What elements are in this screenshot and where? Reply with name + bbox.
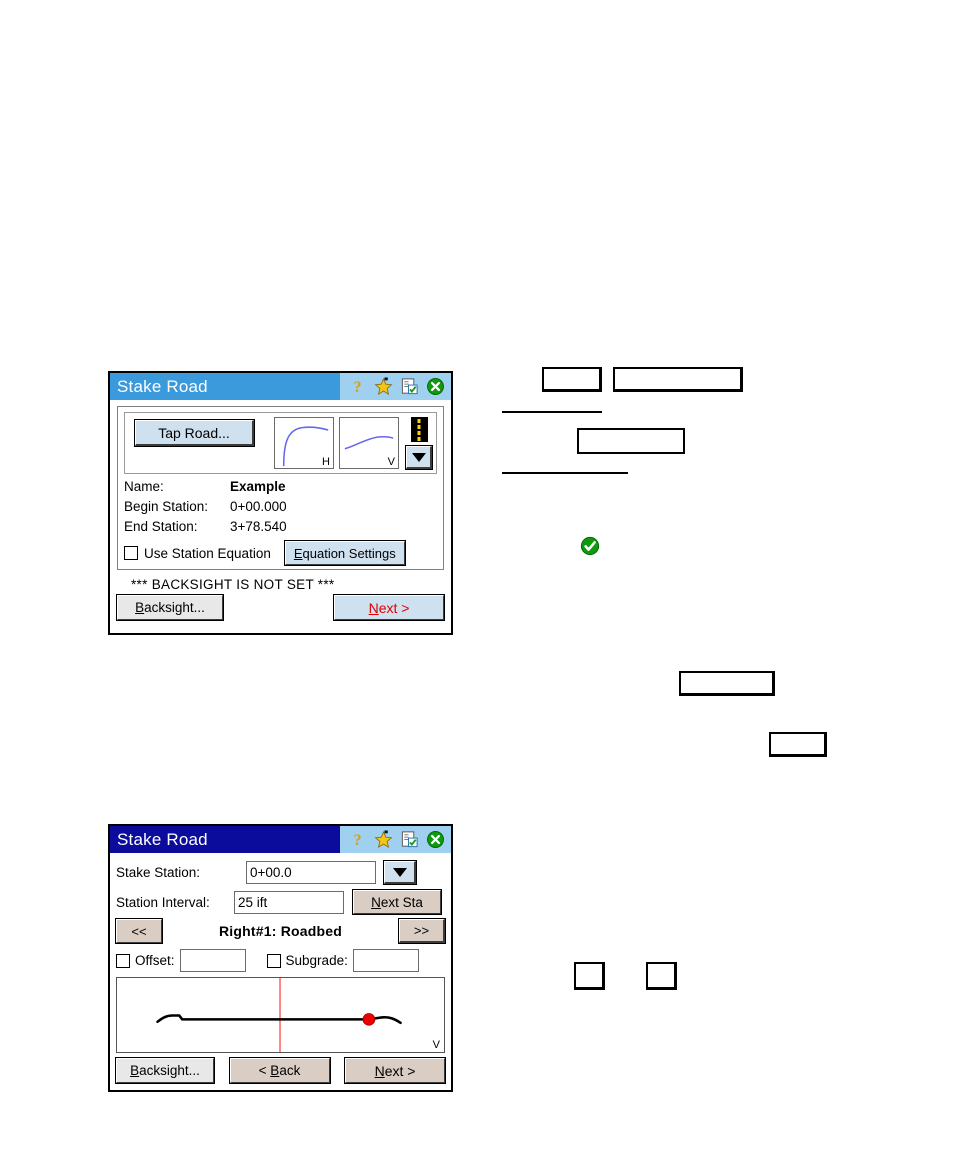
- vertical-profile-preview[interactable]: V: [339, 417, 399, 469]
- previous-side-button[interactable]: <<: [115, 918, 163, 944]
- blank-rule-1: [502, 411, 602, 413]
- info-row-end-station: End Station: 3+78.540: [124, 519, 437, 534]
- stake-road-dialog-2: Stake Road ? Stake Station: 0+00.0 Stati…: [108, 824, 453, 1092]
- backsight-button[interactable]: Backsight...: [115, 1057, 215, 1084]
- station-interval-label: Station Interval:: [116, 894, 210, 910]
- stake-station-input[interactable]: 0+00.0: [246, 861, 376, 884]
- success-check-icon: [580, 536, 600, 556]
- titlebar-icon-group: ?: [340, 826, 451, 853]
- info-row-begin-station: Begin Station: 0+00.000: [124, 499, 437, 514]
- svg-text:?: ?: [353, 832, 361, 849]
- blank-button-1[interactable]: [542, 367, 602, 392]
- name-value: Example: [230, 479, 286, 494]
- blank-button-3[interactable]: [577, 428, 685, 454]
- subgrade-label: Subgrade:: [285, 953, 348, 968]
- name-label: Name:: [124, 479, 164, 494]
- cross-section-view-label: V: [432, 1039, 440, 1051]
- next-sta-button[interactable]: Next Sta: [352, 889, 442, 915]
- current-side-title: Right#1: Roadbed: [219, 923, 342, 939]
- horizontal-alignment-preview[interactable]: H: [274, 417, 334, 469]
- dialog-1-button-row: Backsight... Next >: [116, 594, 445, 621]
- road-info-group: Tap Road... H V Name: Example Begin Stat…: [117, 406, 444, 570]
- blank-rule-2: [502, 472, 628, 474]
- subgrade-checkbox[interactable]: [266, 953, 281, 968]
- h-preview-label: H: [322, 456, 330, 468]
- station-interval-row: Station Interval: 25 ift Next Sta: [116, 889, 445, 915]
- window-title: Stake Road: [117, 829, 208, 849]
- end-station-value: 3+78.540: [230, 519, 287, 534]
- dialog-1-body: Tap Road... H V Name: Example Begin Stat…: [110, 400, 451, 633]
- favorites-star-icon[interactable]: [374, 830, 393, 849]
- chevron-down-icon: [392, 867, 407, 877]
- begin-station-value: 0+00.000: [230, 499, 287, 514]
- dialog-2-body: Stake Station: 0+00.0 Station Interval: …: [110, 853, 451, 1090]
- road-selector-row: Tap Road... H V: [124, 412, 437, 474]
- svg-text:?: ?: [353, 379, 361, 396]
- cross-section-graphic: [156, 978, 402, 1052]
- road-icon-column: [404, 417, 433, 470]
- next-button[interactable]: Next >: [333, 594, 445, 621]
- station-equation-row: Use Station Equation Equation Settings: [124, 540, 437, 566]
- favorites-star-icon[interactable]: [374, 377, 393, 396]
- window-title: Stake Road: [117, 376, 208, 396]
- stake-station-dropdown[interactable]: [383, 860, 417, 885]
- stake-station-row: Stake Station: 0+00.0: [116, 860, 445, 885]
- tap-road-cell: Tap Road...: [129, 417, 269, 469]
- stake-road-dialog-1: Stake Road ? Tap Road... H V Name: Examp…: [108, 371, 453, 635]
- backsight-button[interactable]: Backsight...: [116, 594, 224, 621]
- titlebar: Stake Road ?: [110, 826, 451, 853]
- backsight-status-text: *** BACKSIGHT IS NOT SET ***: [131, 577, 335, 592]
- subgrade-input[interactable]: [352, 949, 419, 972]
- next-side-button[interactable]: >>: [397, 918, 446, 944]
- use-station-equation-checkbox[interactable]: [124, 546, 138, 560]
- notes-checklist-icon[interactable]: [400, 377, 419, 396]
- station-interval-input[interactable]: 25 ift: [234, 890, 344, 914]
- side-navigation-row: << Right#1: Roadbed >>: [115, 918, 446, 944]
- equation-settings-button[interactable]: Equation Settings: [283, 540, 406, 566]
- v-preview-label: V: [387, 456, 395, 468]
- stake-station-label: Stake Station:: [116, 865, 201, 880]
- titlebar: Stake Road ?: [110, 373, 451, 400]
- titlebar-icon-group: ?: [340, 373, 451, 400]
- close-icon[interactable]: [426, 377, 445, 396]
- blank-button-2[interactable]: [613, 367, 743, 392]
- offset-checkbox[interactable]: [116, 953, 130, 968]
- cross-section-view[interactable]: V: [116, 977, 445, 1053]
- help-icon[interactable]: ?: [348, 377, 367, 396]
- blank-button-7[interactable]: [646, 962, 677, 990]
- offset-input[interactable]: [179, 949, 246, 972]
- blank-button-6[interactable]: [574, 962, 605, 990]
- close-icon[interactable]: [426, 830, 445, 849]
- blank-button-5[interactable]: [769, 732, 827, 757]
- offset-subgrade-row: Offset: Subgrade:: [116, 949, 445, 972]
- dialog-2-button-row: Backsight... < Back Next >: [115, 1057, 446, 1084]
- use-station-equation-label: Use Station Equation: [144, 545, 271, 561]
- back-button[interactable]: < Back: [228, 1057, 331, 1084]
- end-station-label: End Station:: [124, 519, 198, 534]
- tap-road-button[interactable]: Tap Road...: [134, 419, 255, 447]
- road-section-icon[interactable]: [410, 417, 428, 442]
- info-row-name: Name: Example: [124, 479, 437, 494]
- next-button[interactable]: Next >: [344, 1057, 446, 1084]
- notes-checklist-icon[interactable]: [400, 830, 419, 849]
- road-view-dropdown[interactable]: [405, 445, 433, 470]
- offset-label: Offset:: [135, 953, 175, 968]
- begin-station-label: Begin Station:: [124, 499, 209, 514]
- chevron-down-icon: [411, 452, 426, 462]
- blank-button-4[interactable]: [679, 671, 775, 696]
- help-icon[interactable]: ?: [348, 830, 367, 849]
